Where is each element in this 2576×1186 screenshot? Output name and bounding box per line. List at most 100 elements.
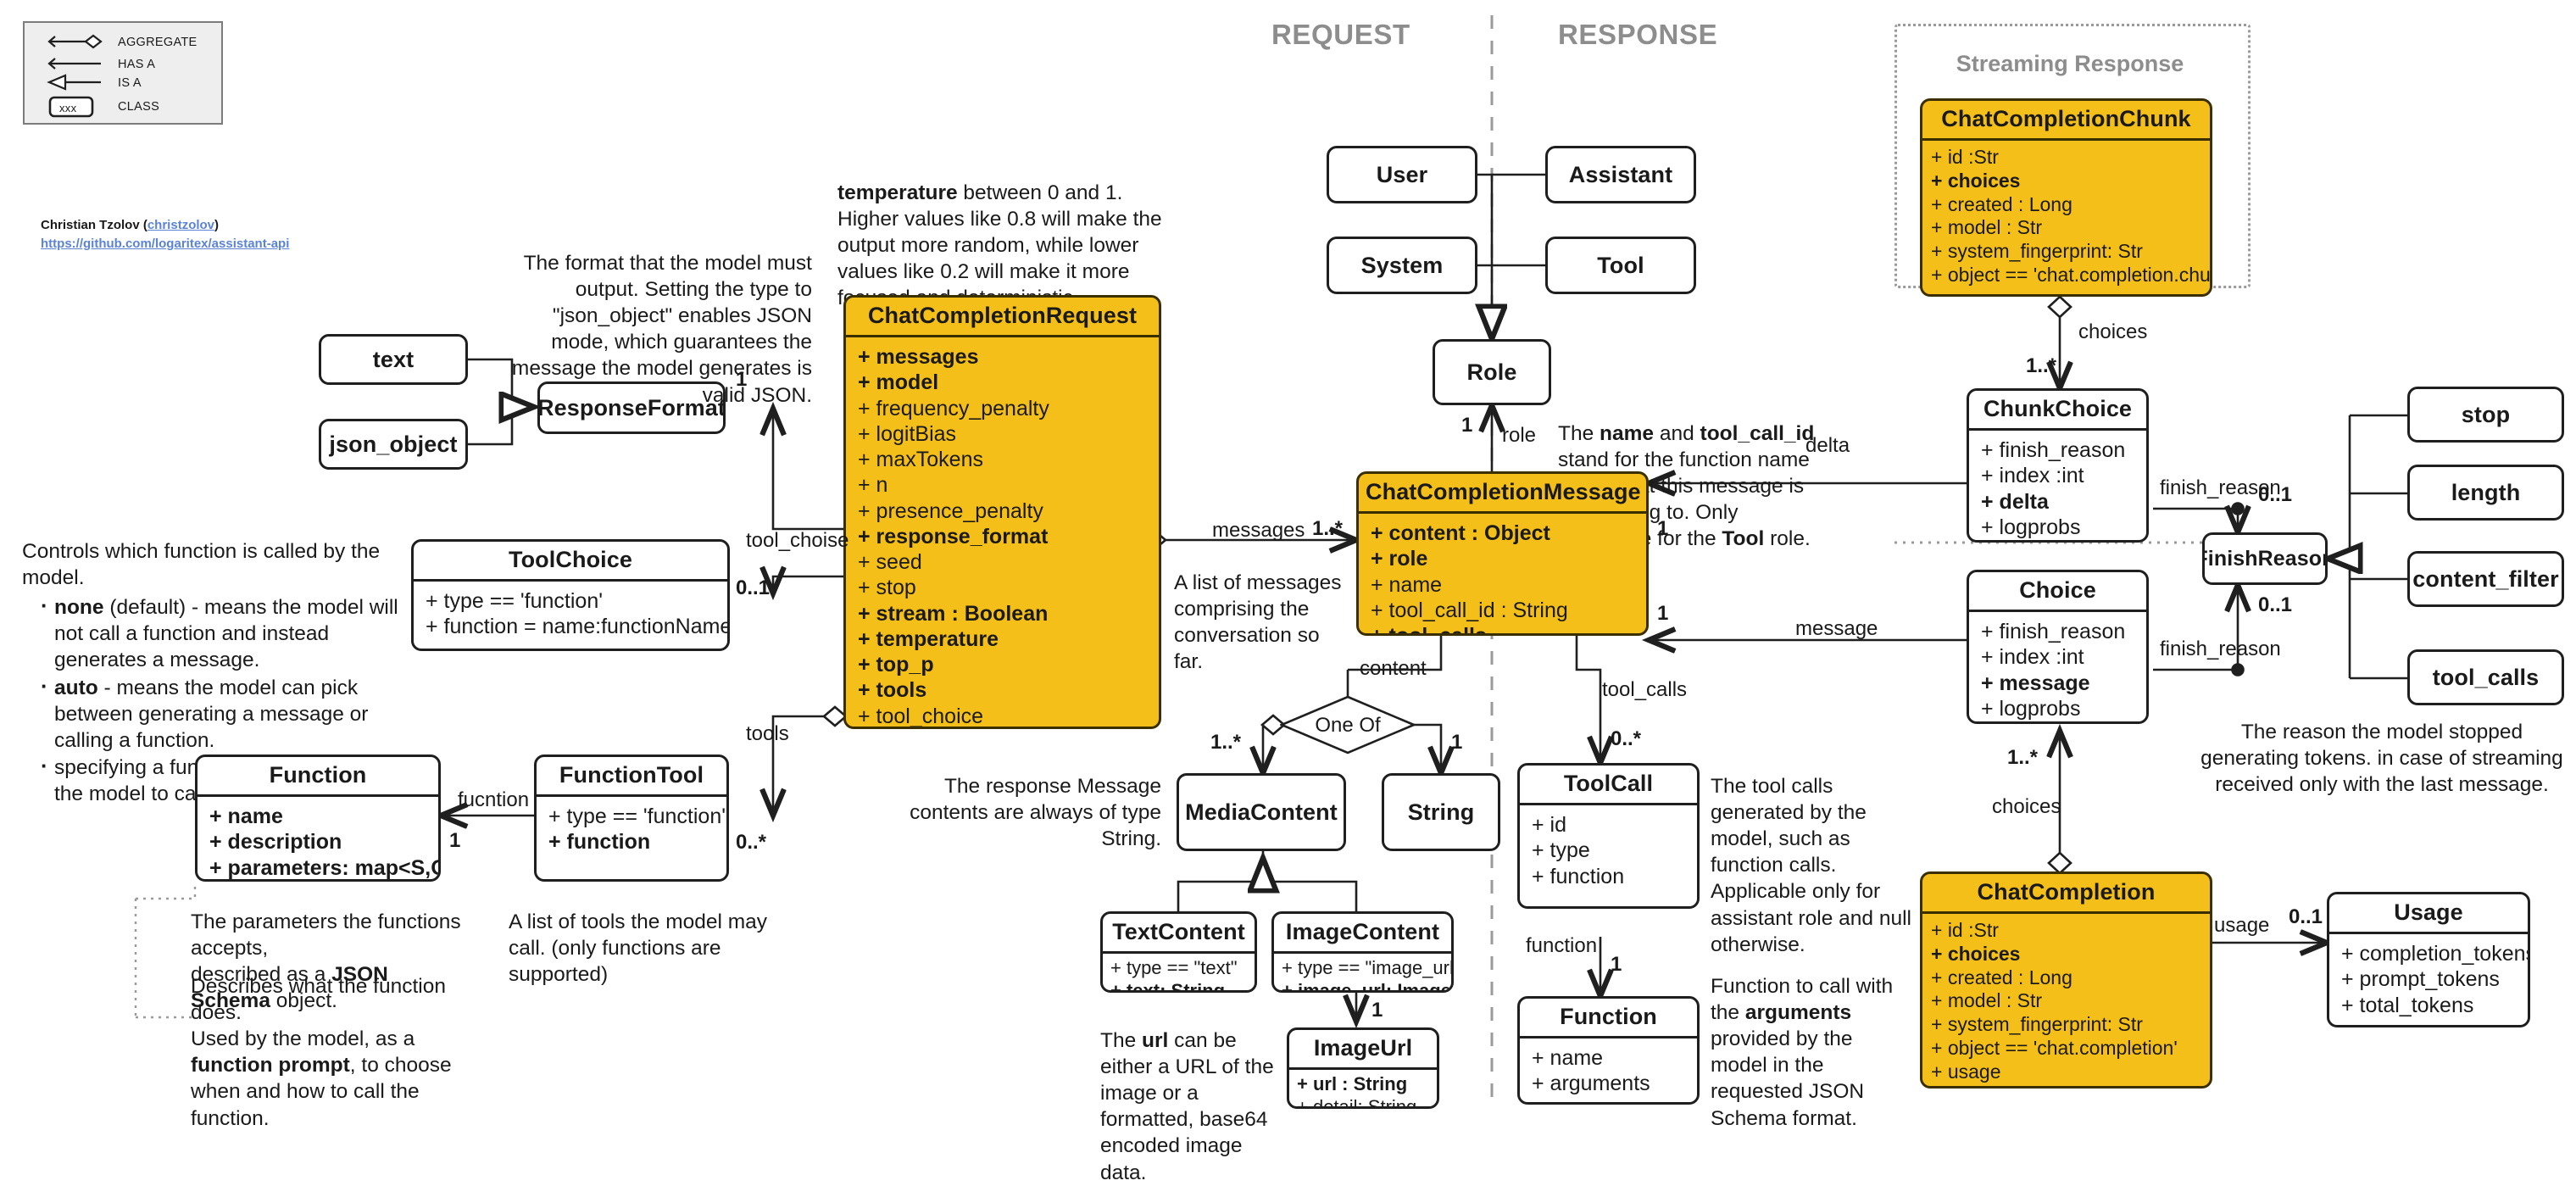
attr-row: + arguments: [1532, 1071, 1687, 1096]
edge-label-usage: usage: [2214, 914, 2269, 938]
attr-row: + model: [858, 370, 1149, 395]
attr-row: + logprobs: [1981, 515, 2136, 540]
class-chat-completion[interactable]: ChatCompletion + id :Str + choices + cre…: [1920, 871, 2212, 1089]
multiplicity-tool-calls: 0..*: [1611, 727, 1641, 751]
class-role[interactable]: Role: [1433, 339, 1551, 405]
class-title: ToolChoice: [414, 542, 727, 582]
note-temperature-keyword: temperature: [837, 181, 958, 204]
class-length-enum[interactable]: length: [2407, 465, 2564, 521]
attr-row: + name: [1371, 572, 1636, 598]
credit-line-2: https://github.com/logaritex/assistant-a…: [41, 236, 289, 253]
class-system[interactable]: System: [1327, 237, 1477, 294]
class-media-content[interactable]: MediaContent: [1177, 773, 1346, 851]
class-assistant[interactable]: Assistant: [1545, 146, 1696, 203]
legend-label-class: CLASS: [118, 100, 159, 114]
class-chat-completion-request[interactable]: ChatCompletionRequest + messages + model…: [843, 295, 1161, 729]
attr-row: + type == 'function': [548, 804, 716, 829]
class-content-filter-enum[interactable]: content_filter: [2407, 551, 2564, 607]
attr-row: + top_p: [858, 652, 1149, 677]
multiplicity-image-url: 1: [1371, 999, 1383, 1022]
class-function-left[interactable]: Function + name + description + paramete…: [195, 754, 441, 882]
attr-row: + system_fingerprint: Str: [1931, 240, 2201, 264]
attr-row: + tool_call_id : String: [1371, 598, 1636, 623]
class-choice[interactable]: Choice + finish_reason + index :int + me…: [1967, 570, 2149, 724]
attr-row: + temperature: [858, 626, 1149, 652]
class-finish-reason[interactable]: FinishReason: [2202, 532, 2328, 585]
attr-row: + n: [858, 472, 1149, 498]
multiplicity-messages: 1..*: [1312, 517, 1343, 541]
attr-row: + type == "image_url": [1282, 957, 1444, 980]
class-string[interactable]: String: [1382, 773, 1500, 851]
class-title: ChunkChoice: [1969, 391, 2146, 431]
note-image-url: The url can be either a URL of the image…: [1100, 1027, 1278, 1186]
multiplicity-tools: 0..*: [736, 831, 766, 855]
note-description-a: Describes what the function does.: [191, 973, 470, 1026]
multiplicity-finish-reason-top: 0..1: [2258, 483, 2292, 507]
class-tool[interactable]: Tool: [1545, 237, 1696, 294]
edge-label-finish-reason-bottom: finish_reason: [2160, 638, 2281, 661]
class-title: ChatCompletionRequest: [846, 298, 1159, 337]
attr-row: + stream : Boolean: [858, 601, 1149, 626]
class-attributes: + name + description + parameters: map<S…: [198, 797, 438, 882]
credit-repo-link[interactable]: https://github.com/logaritex/assistant-a…: [41, 237, 289, 251]
class-title: Tool: [1548, 239, 1694, 292]
class-image-content[interactable]: ImageContent + type == "image_url" + ima…: [1271, 911, 1454, 993]
note-temperature: temperature between 0 and 1. Higher valu…: [837, 180, 1173, 312]
class-tool-calls-enum[interactable]: tool_calls: [2407, 649, 2564, 705]
note-bullet: auto - means the model can pick between …: [41, 675, 403, 754]
attr-row: + model : Str: [1931, 989, 2201, 1013]
credit-paren: ): [214, 218, 219, 232]
banner-response: RESPONSE: [1558, 19, 1717, 51]
attr-row: + name: [1532, 1045, 1687, 1071]
class-tool-call[interactable]: ToolCall + id + type + function: [1517, 763, 1700, 909]
class-title: ChatCompletionChunk: [1922, 101, 2210, 141]
attr-row: + content : Object: [1371, 521, 1636, 546]
note-tools: A list of tools the model may call. (onl…: [509, 909, 788, 988]
class-function-right[interactable]: Function + name + arguments: [1517, 996, 1700, 1105]
class-chat-completion-chunk[interactable]: ChatCompletionChunk + id :Str + choices …: [1920, 98, 2212, 297]
multiplicity-string: 1: [1451, 731, 1462, 754]
attr-row: + messages: [858, 344, 1149, 370]
attr-row: + text: String: [1110, 980, 1247, 993]
credit-handle-link[interactable]: christzolov: [147, 218, 214, 232]
credit-name: Christian Tzolov (: [41, 218, 147, 232]
class-attributes: + type == 'function' + function: [537, 797, 726, 862]
attr-row: + index :int: [1981, 463, 2136, 488]
attr-row: + created : Long: [1931, 193, 2201, 217]
edge-label-message: message: [1795, 617, 1878, 641]
class-function-tool[interactable]: FunctionTool + type == 'function' + func…: [534, 754, 729, 882]
credit-line-1: Christian Tzolov (christzolov): [41, 217, 219, 234]
class-title: Choice: [1969, 572, 2146, 612]
class-title: String: [1384, 776, 1498, 849]
class-image-url[interactable]: ImageUrl + url : String + detail: String: [1287, 1027, 1439, 1109]
class-usage[interactable]: Usage + completion_tokens + prompt_token…: [2327, 892, 2530, 1027]
class-user[interactable]: User: [1327, 146, 1477, 203]
class-chunk-choice[interactable]: ChunkChoice + finish_reason + index :int…: [1967, 388, 2149, 543]
attr-row: + total_tokens: [2341, 993, 2518, 1018]
class-tool-choice[interactable]: ToolChoice + type == 'function' + functi…: [411, 539, 730, 651]
edge-label-content: content: [1360, 657, 1427, 681]
class-chat-completion-message[interactable]: ChatCompletionMessage + content : Object…: [1356, 471, 1649, 636]
class-attributes: + id :Str + choices + created : Long + m…: [1922, 914, 2210, 1089]
edge-label-messages: messages: [1212, 519, 1305, 543]
note-function-arguments: Function to call with the arguments prov…: [1711, 973, 1906, 1132]
class-title: ImageUrl: [1289, 1030, 1437, 1070]
class-title: ChatCompletion: [1922, 874, 2210, 914]
multiplicity-finish-reason-bottom: 0..1: [2258, 593, 2292, 617]
attr-row: + seed: [858, 549, 1149, 575]
note-bullet: none (default) - means the model will no…: [41, 594, 403, 673]
attr-row: + image_url: ImageUrl: [1282, 980, 1444, 993]
class-text-enum[interactable]: text: [319, 334, 468, 385]
class-attributes: + id + type + function: [1520, 805, 1697, 896]
attr-row: + id :Str: [1931, 146, 2201, 170]
class-json-object-enum[interactable]: json_object: [319, 419, 468, 470]
class-title: ToolCall: [1520, 766, 1697, 805]
class-title: Function: [198, 757, 438, 797]
attr-row: + finish_reason: [1981, 619, 2136, 644]
edge-label-fucntion: fucntion: [458, 788, 529, 812]
multiplicity-fucntion: 1: [449, 829, 460, 853]
attr-row: + index :int: [1981, 644, 2136, 670]
class-stop-enum[interactable]: stop: [2407, 387, 2564, 443]
class-attributes: + url : String + detail: String: [1289, 1070, 1437, 1109]
class-text-content[interactable]: TextContent + type == "text" + text: Str…: [1100, 911, 1257, 993]
